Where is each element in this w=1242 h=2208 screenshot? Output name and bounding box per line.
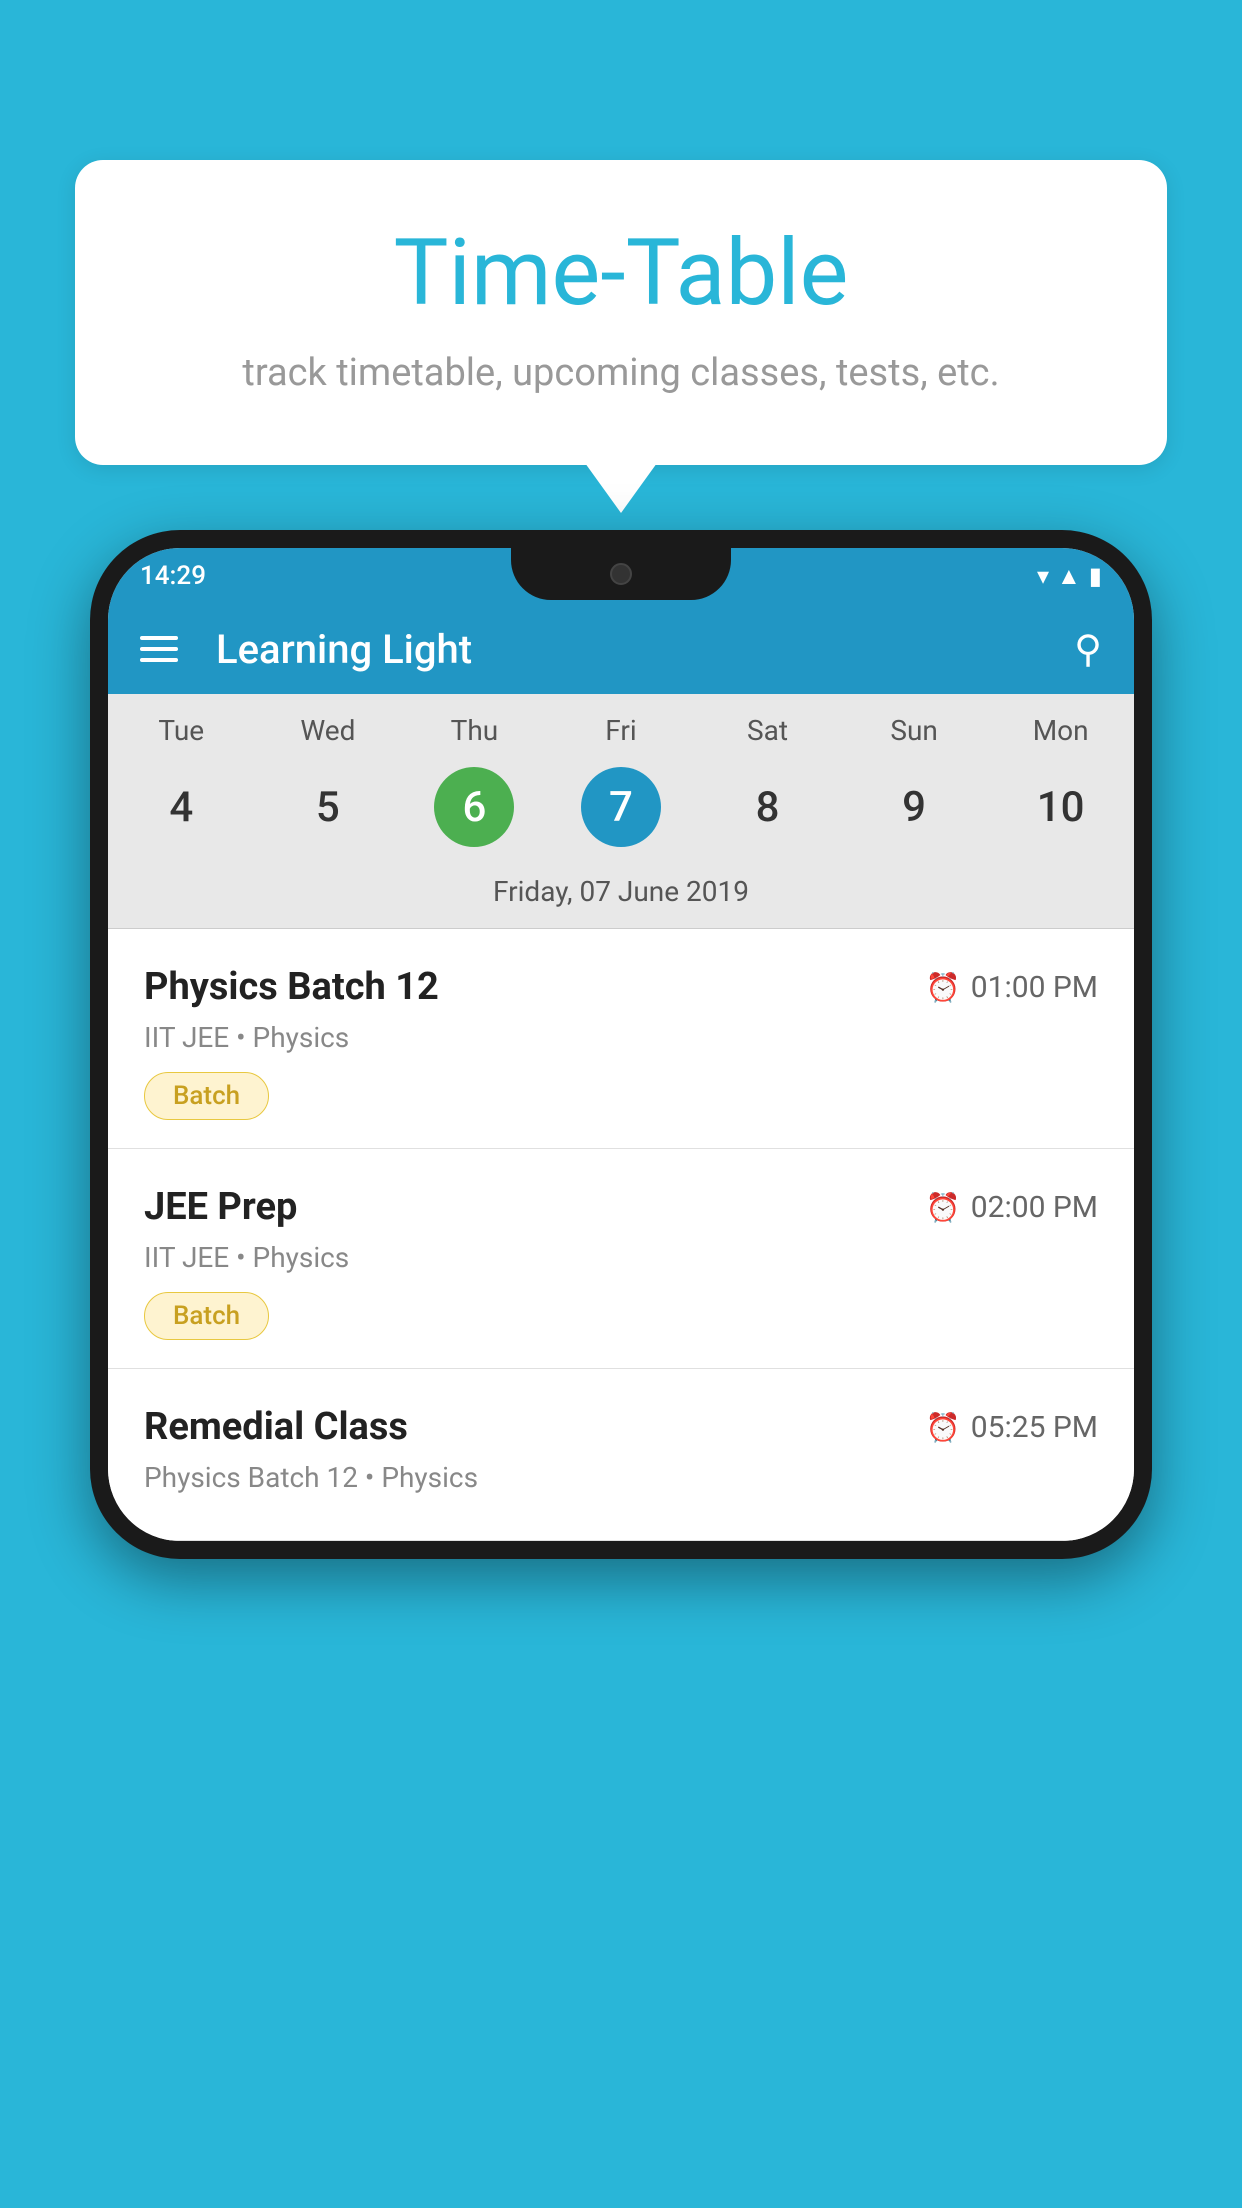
- date-10[interactable]: 10: [1021, 767, 1101, 847]
- app-bar: Learning Light ⚲: [108, 604, 1134, 694]
- bubble-subtitle: track timetable, upcoming classes, tests…: [125, 351, 1117, 395]
- class-name-2: JEE Prep: [144, 1185, 297, 1229]
- phone-outer: 14:29 ▾ ▲ ▮ Learning Light ⚲ Tue: [90, 530, 1152, 1559]
- class-item-3-header: Remedial Class ⏰ 05:25 PM: [144, 1405, 1098, 1449]
- class-item-3[interactable]: Remedial Class ⏰ 05:25 PM Physics Batch …: [108, 1369, 1134, 1541]
- batch-badge-1: Batch: [144, 1072, 269, 1120]
- class-time-value-2: 02:00 PM: [971, 1190, 1098, 1225]
- day-fri: Fri: [561, 714, 681, 747]
- class-subtitle-3: Physics Batch 12 • Physics: [144, 1461, 1098, 1494]
- search-icon[interactable]: ⚲: [1074, 627, 1102, 672]
- class-time-value-3: 05:25 PM: [971, 1410, 1098, 1445]
- calendar-header: Tue Wed Thu Fri Sat Sun Mon: [108, 694, 1134, 757]
- date-6-today[interactable]: 6: [434, 767, 514, 847]
- app-title: Learning Light: [216, 626, 1046, 673]
- day-sun: Sun: [854, 714, 974, 747]
- status-time: 14:29: [140, 561, 206, 591]
- clock-icon-2: ⏰: [926, 1191, 961, 1224]
- date-9[interactable]: 9: [874, 767, 954, 847]
- date-5[interactable]: 5: [288, 767, 368, 847]
- date-4[interactable]: 4: [141, 767, 221, 847]
- class-item-1[interactable]: Physics Batch 12 ⏰ 01:00 PM IIT JEE • Ph…: [108, 929, 1134, 1149]
- speech-bubble: Time-Table track timetable, upcoming cla…: [75, 160, 1167, 465]
- class-time-1: ⏰ 01:00 PM: [926, 970, 1098, 1005]
- class-time-3: ⏰ 05:25 PM: [926, 1410, 1098, 1445]
- class-name-1: Physics Batch 12: [144, 965, 439, 1009]
- class-item-2[interactable]: JEE Prep ⏰ 02:00 PM IIT JEE • Physics Ba…: [108, 1149, 1134, 1369]
- batch-badge-2: Batch: [144, 1292, 269, 1340]
- phone-notch: [511, 548, 731, 600]
- phone-screen: 14:29 ▾ ▲ ▮ Learning Light ⚲ Tue: [108, 548, 1134, 1541]
- day-sat: Sat: [708, 714, 828, 747]
- clock-icon-1: ⏰: [926, 971, 961, 1004]
- battery-icon: ▮: [1089, 562, 1102, 590]
- wifi-icon: ▾: [1037, 562, 1049, 590]
- class-time-2: ⏰ 02:00 PM: [926, 1190, 1098, 1225]
- selected-date-label: Friday, 07 June 2019: [108, 867, 1134, 929]
- day-wed: Wed: [268, 714, 388, 747]
- signal-icon: ▲: [1057, 562, 1081, 591]
- class-time-value-1: 01:00 PM: [971, 970, 1098, 1005]
- class-name-3: Remedial Class: [144, 1405, 408, 1449]
- calendar-dates[interactable]: 4 5 6 7 8 9 10: [108, 757, 1134, 867]
- day-tue: Tue: [121, 714, 241, 747]
- menu-icon[interactable]: [140, 636, 178, 662]
- class-subtitle-2: IIT JEE • Physics: [144, 1241, 1098, 1274]
- class-subtitle-1: IIT JEE • Physics: [144, 1021, 1098, 1054]
- front-camera: [610, 563, 632, 585]
- status-icons: ▾ ▲ ▮: [1037, 562, 1102, 591]
- class-item-1-header: Physics Batch 12 ⏰ 01:00 PM: [144, 965, 1098, 1009]
- day-thu: Thu: [414, 714, 534, 747]
- clock-icon-3: ⏰: [926, 1411, 961, 1444]
- bubble-title: Time-Table: [125, 220, 1117, 327]
- date-7-selected[interactable]: 7: [581, 767, 661, 847]
- date-8[interactable]: 8: [728, 767, 808, 847]
- phone-mockup: 14:29 ▾ ▲ ▮ Learning Light ⚲ Tue: [90, 530, 1152, 2208]
- class-item-2-header: JEE Prep ⏰ 02:00 PM: [144, 1185, 1098, 1229]
- day-mon: Mon: [1001, 714, 1121, 747]
